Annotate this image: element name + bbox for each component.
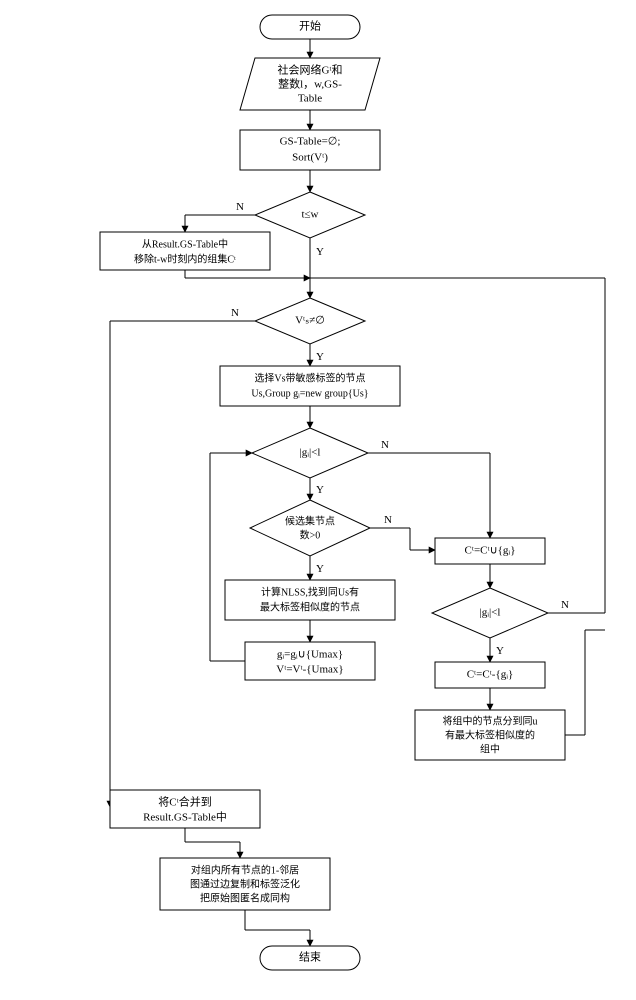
add-l1: gᵢ=gᵢ∪{Umax} (277, 649, 343, 661)
gi1-label: |gᵢ|<l (300, 447, 321, 459)
nlss-l1: 计算NLSS,找到同Us有 (261, 585, 359, 598)
gi2-n: N (561, 599, 569, 611)
tw-y: Y (316, 246, 324, 258)
merge-l1: 将Cᵗ合并到 (158, 795, 211, 809)
input-l2: 整数l，w,GS- (278, 77, 342, 91)
cand-l1: 候选集节点 (285, 514, 335, 527)
add-l2: Vᵗ=Vᵗ-{Umax} (276, 664, 343, 676)
iso-l2: 图通过边复制和标签泛化 (190, 877, 300, 890)
input-l1: 社会网络Gᵗ和 (277, 63, 342, 77)
iso-l3: 把原始图匿名成同构 (200, 891, 290, 904)
vs-y: Y (316, 351, 324, 363)
init-l2: Sort(Vᵗ) (292, 152, 328, 164)
input-l3: Table (298, 93, 322, 105)
decision-cand (250, 500, 370, 556)
vs-n: N (231, 307, 239, 319)
gi1-n: N (381, 439, 389, 451)
end-label: 结束 (299, 951, 321, 964)
remove-l2: 移除t-w时刻内的组集Cᵗ (134, 252, 236, 265)
tw-n: N (236, 201, 244, 213)
nlss-l2: 最大标签相似度的节点 (260, 600, 360, 613)
dist-l2: 有最大标签相似度的 (445, 728, 535, 741)
iso-l1: 对组内所有节点的1-邻居 (191, 863, 299, 876)
tw-label: t≤w (301, 209, 318, 221)
init-l1: GS-Table=∅; (280, 136, 341, 148)
unionc-label: Cᵗ=Cᵗ∪{gᵢ} (465, 545, 516, 557)
gi2-y: Y (496, 645, 504, 657)
vs-label: Vᵗₛ≠∅ (295, 315, 325, 327)
minusc-label: Cᵗ=Cᵗ-{gᵢ} (467, 669, 514, 681)
process-select (220, 366, 400, 406)
gi1-y: Y (316, 484, 324, 496)
select-l2: Us,Group gᵢ=new group{Us} (251, 388, 368, 399)
select-l1: 选择Vs带敏感标签的节点 (254, 371, 365, 384)
cand-y: Y (316, 563, 324, 575)
dist-l1: 将组中的节点分到同u (443, 714, 538, 727)
process-nlss (225, 580, 395, 620)
cand-l2: 数>0 (300, 528, 321, 541)
cand-n: N (384, 514, 392, 526)
start-label: 开始 (299, 19, 321, 33)
merge-l2: Result.GS-Table中 (143, 811, 227, 824)
gi2-label: |gᵢ|<l (480, 607, 501, 619)
remove-l1: 从Result.GS-Table中 (142, 237, 228, 250)
dist-l3: 组中 (480, 742, 500, 755)
